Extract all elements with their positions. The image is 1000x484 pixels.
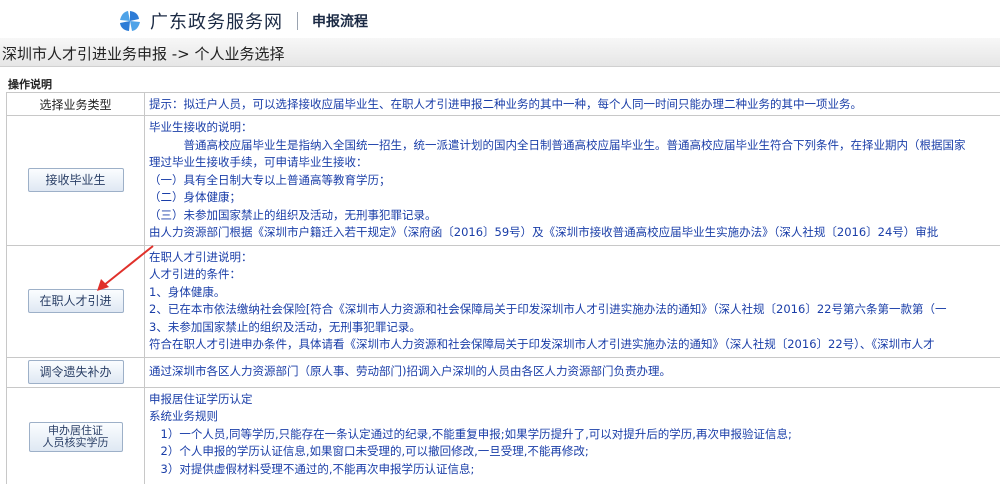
description-line: 1）一个人员,同等学历,只能存在一条认定通过的纪录,不能重复申报;如果学历提升了… xyxy=(149,426,792,441)
table-row: 接收毕业生 毕业生接收的说明： 普通高校应届毕业生是指纳入全国统一招生，统一派遣… xyxy=(6,115,1000,246)
description-line: 普通高校应届毕业生是指纳入全国统一招生，统一派遣计划的国内全日制普通高校应届毕业… xyxy=(149,137,966,152)
business-type-table: 选择业务类型 提示：拟迁户人员，可以选择接收应届毕业生、在职人才引进申报二种业务… xyxy=(6,92,1000,484)
pinwheel-logo-icon xyxy=(118,10,142,32)
description-line: （三）未参加国家禁止的组织及活动，无刑事犯罪记录。 xyxy=(149,207,437,222)
description-line: 符合在职人才引进申办条件，具体请看《深圳市人力资源和社会保障局关于印发深圳市人才… xyxy=(149,337,935,351)
section-label: 操作说明 xyxy=(8,78,52,91)
description-line: 1、身体健康。 xyxy=(149,284,226,299)
row-button-cell: 调令遗失补办 xyxy=(6,356,145,388)
description-line: 2、已在本市依法缴纳社会保险[符合《深圳市人力资源和社会保障局关于印发深圳市人才… xyxy=(149,302,947,316)
residence-permit-education-verify-button[interactable]: 申办居住证 人员核实学历 xyxy=(28,422,123,452)
table-header-row: 选择业务类型 提示：拟迁户人员，可以选择接收应届毕业生、在职人才引进申报二种业务… xyxy=(6,92,1000,116)
description-line: 通过深圳市各区人力资源部门（原人事、劳动部门)招调入户深圳的人员由各区人力资源部… xyxy=(149,364,671,379)
description-line: 毕业生接收的说明： xyxy=(149,120,253,134)
row-description-cell: 通过深圳市各区人力资源部门（原人事、劳动部门)招调入户深圳的人员由各区人力资源部… xyxy=(144,356,1000,388)
header-divider xyxy=(297,12,298,30)
site-header: 广东政务服务网 申报流程 xyxy=(0,0,1000,38)
header-cell-hint: 提示：拟迁户人员，可以选择接收应届毕业生、在职人才引进申报二种业务的其中一种，每… xyxy=(144,92,1000,116)
description-line: 理过毕业生接收手续，可申请毕业生接收： xyxy=(149,155,368,169)
transfer-order-reissue-button[interactable]: 调令遗失补办 xyxy=(27,360,124,384)
description-line: 人才引进的条件： xyxy=(149,267,241,281)
description-line: 系统业务规则 xyxy=(149,409,218,423)
description-line: 申报居住证学历认定 xyxy=(149,391,253,406)
description-line: 3）对提供虚假材料受理不通过的,不能再次申报学历认证信息; xyxy=(149,461,475,476)
in-service-talent-button[interactable]: 在职人才引进 xyxy=(27,289,124,313)
business-type-table-wrap: 选择业务类型 提示：拟迁户人员，可以选择接收应届毕业生、在职人才引进申报二种业务… xyxy=(6,92,1000,484)
page-subtitle: 申报流程 xyxy=(312,14,368,30)
description-line: （二）身体健康； xyxy=(149,190,241,204)
title-bar: 深圳市人才引进业务申报 -> 个人业务选择 xyxy=(0,38,1000,67)
row-description-cell: 在职人才引进说明： 人才引进的条件： 1、身体健康。 2、已在本市依法缴纳社会保… xyxy=(144,244,1000,358)
description-line: （一）具有全日制大专以上普通高等教育学历； xyxy=(149,172,391,187)
header-cell-type: 选择业务类型 xyxy=(6,92,145,116)
page-title: 深圳市人才引进业务申报 -> 个人业务选择 xyxy=(2,45,285,63)
row-button-cell: 接收毕业生 xyxy=(6,115,145,246)
row-button-cell: 在职人才引进 xyxy=(6,244,145,358)
table-row: 申办居住证 人员核实学历 申报居住证学历认定 系统业务规则 1）一个人员,同等学… xyxy=(6,386,1000,484)
description-line: 由人力资源部门根据《深圳市户籍迁入若干规定》（深府函〔2016〕59号）及《深圳… xyxy=(149,225,939,239)
row-description-cell: 毕业生接收的说明： 普通高校应届毕业生是指纳入全国统一招生，统一派遣计划的国内全… xyxy=(144,115,1000,246)
hint-text: 提示：拟迁户人员，可以选择接收应届毕业生、在职人才引进申报二种业务的其中一种，每… xyxy=(149,97,862,111)
description-line: 在职人才引进说明： xyxy=(149,249,253,264)
table-row: 在职人才引进 在职人才引进说明： 人才引进的条件： 1、身体健康。 2、已在本市… xyxy=(6,244,1000,358)
description-line: 3、未参加国家禁止的组织及活动，无刑事犯罪记录。 xyxy=(149,319,421,334)
row-description-cell: 申报居住证学历认定 系统业务规则 1）一个人员,同等学历,只能存在一条认定通过的… xyxy=(144,386,1000,484)
button-label-line: 人员核实学历 xyxy=(42,436,109,449)
site-logo[interactable]: 广东政务服务网 申报流程 xyxy=(118,8,368,34)
description-line: 2）个人申报的学历认证信息,如果窗口未受理的,可以撤回修改,一旦受理,不能再修改… xyxy=(149,444,589,458)
site-name: 广东政务服务网 xyxy=(150,12,283,33)
table-row: 调令遗失补办 通过深圳市各区人力资源部门（原人事、劳动部门)招调入户深圳的人员由… xyxy=(6,356,1000,388)
row-button-cell: 申办居住证 人员核实学历 xyxy=(6,386,145,484)
header-label: 选择业务类型 xyxy=(39,97,112,112)
receive-graduate-button[interactable]: 接收毕业生 xyxy=(27,168,124,193)
